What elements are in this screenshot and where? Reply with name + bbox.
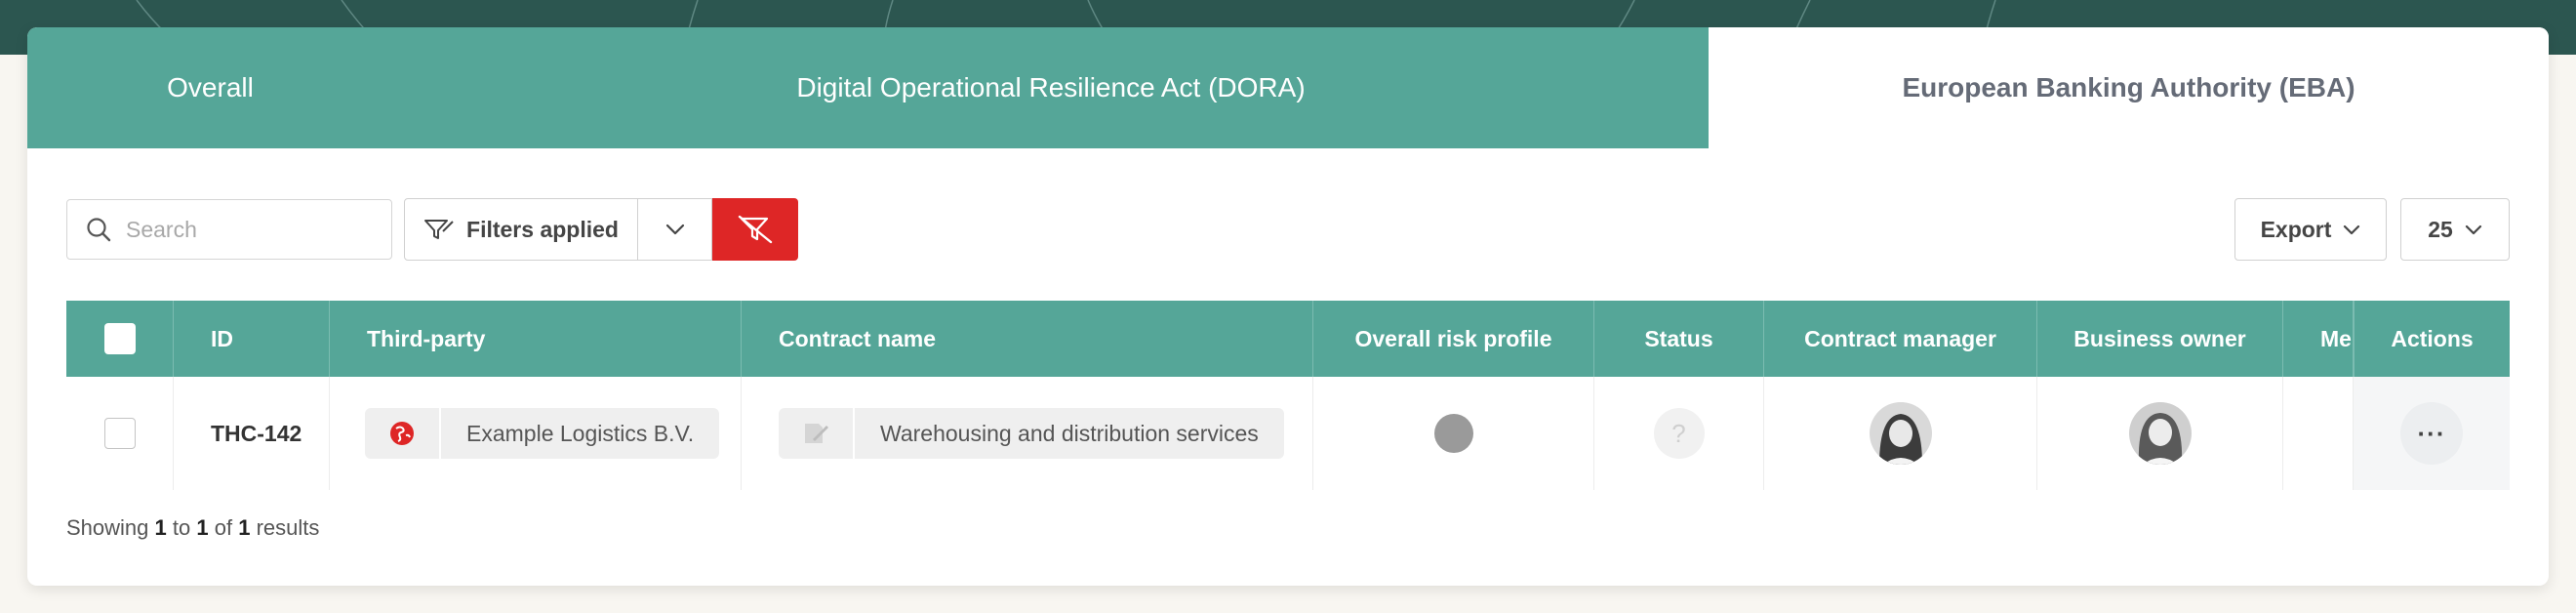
row-actions-button[interactable]: ··· — [2400, 402, 2463, 465]
row-select-cell — [66, 377, 174, 490]
table-header: ID Third-party Contract name Overall ris… — [66, 301, 2510, 377]
contract-name: Warehousing and distribution services — [880, 420, 1259, 446]
column-header-truncated[interactable]: Me — [2283, 301, 2354, 377]
row-contract-manager-cell — [1764, 377, 2037, 490]
column-header-truncated-label: Me — [2320, 325, 2352, 351]
row-business-owner-cell — [2037, 377, 2283, 490]
row-actions-cell: ··· — [2354, 377, 2510, 490]
column-header-overall-risk[interactable]: Overall risk profile — [1313, 301, 1594, 377]
avatar-image — [2128, 402, 2192, 465]
column-header-contract-name[interactable]: Contract name — [742, 301, 1313, 377]
row-truncated-cell — [2283, 377, 2354, 490]
avatar-image — [1869, 402, 1932, 465]
column-header-contract-name-label: Contract name — [779, 325, 937, 351]
globe-icon — [390, 422, 414, 445]
row-id-cell: THC-142 — [174, 377, 330, 490]
business-owner-avatar[interactable] — [2128, 402, 2192, 465]
showing-label: Showing — [66, 515, 149, 540]
row-risk-cell — [1313, 377, 1594, 490]
chevron-down-icon — [665, 224, 684, 235]
third-party-name: Example Logistics B.V. — [466, 420, 695, 446]
filters-applied-label: Filters applied — [466, 216, 619, 242]
total-count: 1 — [238, 515, 251, 540]
column-header-third-party-label: Third-party — [367, 325, 486, 351]
range-to: 1 — [196, 515, 209, 540]
contracts-table: ID Third-party Contract name Overall ris… — [66, 301, 2510, 490]
to-label: to — [172, 515, 191, 540]
column-header-actions: Actions — [2354, 301, 2510, 377]
row-third-party-cell: Example Logistics B.V. — [330, 377, 742, 490]
header-select-all-cell — [66, 301, 174, 377]
page-size-select[interactable]: 25 — [2400, 198, 2510, 261]
select-all-checkbox[interactable] — [103, 323, 136, 354]
results-label: results — [256, 515, 320, 540]
column-header-business-owner-label: Business owner — [2073, 325, 2246, 351]
column-header-overall-risk-label: Overall risk profile — [1354, 325, 1552, 351]
column-header-contract-manager[interactable]: Contract manager — [1764, 301, 2037, 377]
column-header-id-label: ID — [211, 325, 233, 351]
chevron-down-icon — [2344, 225, 2360, 234]
tab-overall-label: Overall — [167, 72, 254, 102]
contract-chip[interactable]: Warehousing and distribution services — [779, 408, 1284, 459]
filters-applied-button[interactable]: Filters applied — [404, 198, 638, 261]
table-row: THC-142 Example Logistics B.V. Warehousi… — [66, 377, 2510, 490]
column-header-status[interactable]: Status — [1594, 301, 1764, 377]
tab-eba-label: European Banking Authority (EBA) — [1902, 72, 2355, 102]
chevron-down-icon — [2465, 225, 2481, 234]
row-checkbox[interactable] — [103, 418, 136, 449]
row-contract-name-cell: Warehousing and distribution services — [742, 377, 1313, 490]
range-from: 1 — [154, 515, 167, 540]
filter-icon — [424, 220, 454, 239]
contract-manager-avatar[interactable] — [1869, 402, 1932, 465]
tab-eba[interactable]: European Banking Authority (EBA) — [1709, 27, 2549, 148]
row-status-cell: ? — [1594, 377, 1764, 490]
tab-dora-label: Digital Operational Resilience Act (DORA… — [796, 72, 1306, 102]
page-size-value: 25 — [2428, 216, 2453, 242]
search-input[interactable] — [126, 216, 380, 243]
toolbar: Filters applied Export 25 — [27, 148, 2549, 273]
column-header-id[interactable]: ID — [174, 301, 330, 377]
third-party-chip[interactable]: Example Logistics B.V. — [365, 408, 720, 459]
clear-filter-icon — [738, 215, 773, 244]
status-unknown-icon: ? — [1653, 408, 1705, 459]
column-header-actions-label: Actions — [2391, 325, 2474, 351]
clear-filters-button[interactable] — [712, 198, 798, 261]
search-box — [66, 199, 392, 260]
search-icon — [87, 218, 111, 242]
tab-bar: Overall Digital Operational Resilience A… — [27, 27, 2549, 148]
contract-document-icon — [805, 424, 828, 443]
contract-icon-cell — [779, 408, 855, 459]
third-party-logo-cell — [365, 408, 441, 459]
row-id: THC-142 — [211, 420, 302, 446]
column-header-status-label: Status — [1644, 325, 1713, 351]
risk-indicator — [1433, 414, 1473, 453]
tab-dora[interactable]: Digital Operational Resilience Act (DORA… — [393, 27, 1709, 148]
tab-overall[interactable]: Overall — [27, 27, 393, 148]
main-card: Overall Digital Operational Resilience A… — [27, 27, 2549, 586]
column-header-third-party[interactable]: Third-party — [330, 301, 742, 377]
column-header-business-owner[interactable]: Business owner — [2037, 301, 2283, 377]
column-header-contract-manager-label: Contract manager — [1804, 325, 1996, 351]
pagination-summary: Showing 1 to 1 of 1 results — [66, 515, 319, 541]
export-label: Export — [2260, 216, 2332, 242]
of-label: of — [214, 515, 233, 540]
filters-dropdown-button[interactable] — [638, 198, 712, 261]
export-button[interactable]: Export — [2234, 198, 2387, 261]
